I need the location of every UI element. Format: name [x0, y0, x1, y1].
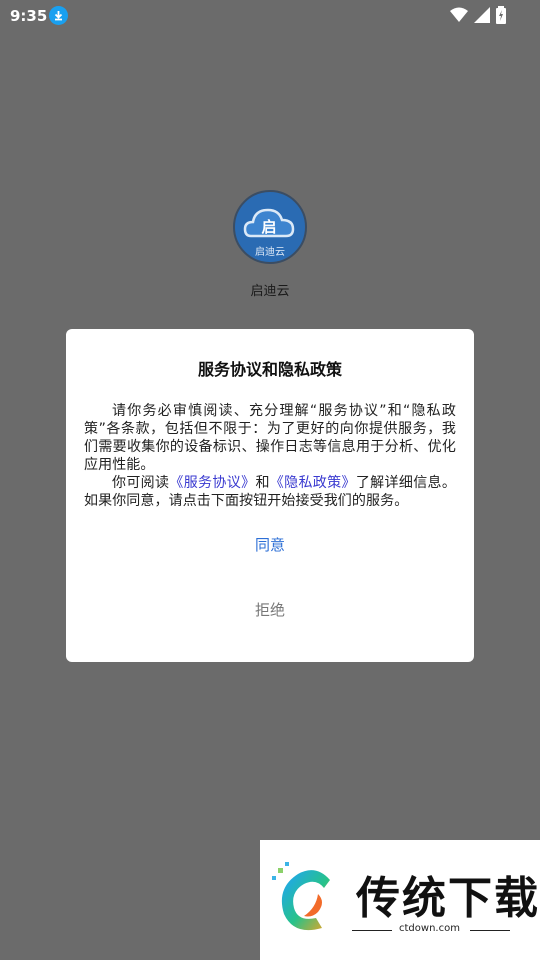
status-bar: 9:35: [0, 0, 540, 32]
watermark-title: 传统下载: [356, 873, 540, 924]
download-icon: [49, 6, 68, 25]
watermark-emblem-icon: [272, 862, 330, 931]
p2-and: 和: [255, 475, 270, 491]
agree-button[interactable]: 同意: [249, 533, 291, 556]
privacy-policy-link[interactable]: 《隐私政策》: [270, 475, 356, 491]
service-agreement-link[interactable]: 《服务协议》: [169, 475, 255, 491]
refuse-button[interactable]: 拒绝: [249, 598, 291, 621]
status-time: 9:35: [10, 7, 48, 25]
dialog-body: 请你务必审慎阅读、充分理解“服务协议”和“隐私政策”各条款，包括但不限于：为了更…: [84, 402, 456, 510]
dialog-paragraph-1: 请你务必审慎阅读、充分理解“服务协议”和“隐私政策”各条款，包括但不限于：为了更…: [84, 403, 456, 473]
privacy-dialog: 服务协议和隐私政策 请你务必审慎阅读、充分理解“服务协议”和“隐私政策”各条款，…: [66, 329, 474, 662]
wifi-icon: [450, 7, 468, 27]
app-name: 启迪云: [250, 284, 290, 299]
watermark-divider-right: [470, 930, 510, 931]
watermark-url: ctdown.com: [399, 923, 460, 934]
p2-before: 你可阅读: [112, 475, 170, 491]
watermark-logo: 传统下载 ctdown.com: [260, 840, 540, 960]
battery-charging-icon: [496, 6, 506, 28]
app-logo: 启 启迪云: [233, 190, 307, 264]
dialog-paragraph-2: 你可阅读《服务协议》和《隐私政策》了解详细信息。如果你同意，请点击下面按钮开始接…: [84, 474, 456, 510]
signal-icon: [474, 7, 490, 27]
dialog-title: 服务协议和隐私政策: [197, 360, 342, 379]
watermark-url-row: ctdown.com: [352, 923, 510, 937]
watermark-divider-left: [352, 930, 392, 931]
app-logo-text: 启迪云: [255, 247, 285, 258]
svg-text:启: 启: [261, 218, 276, 236]
